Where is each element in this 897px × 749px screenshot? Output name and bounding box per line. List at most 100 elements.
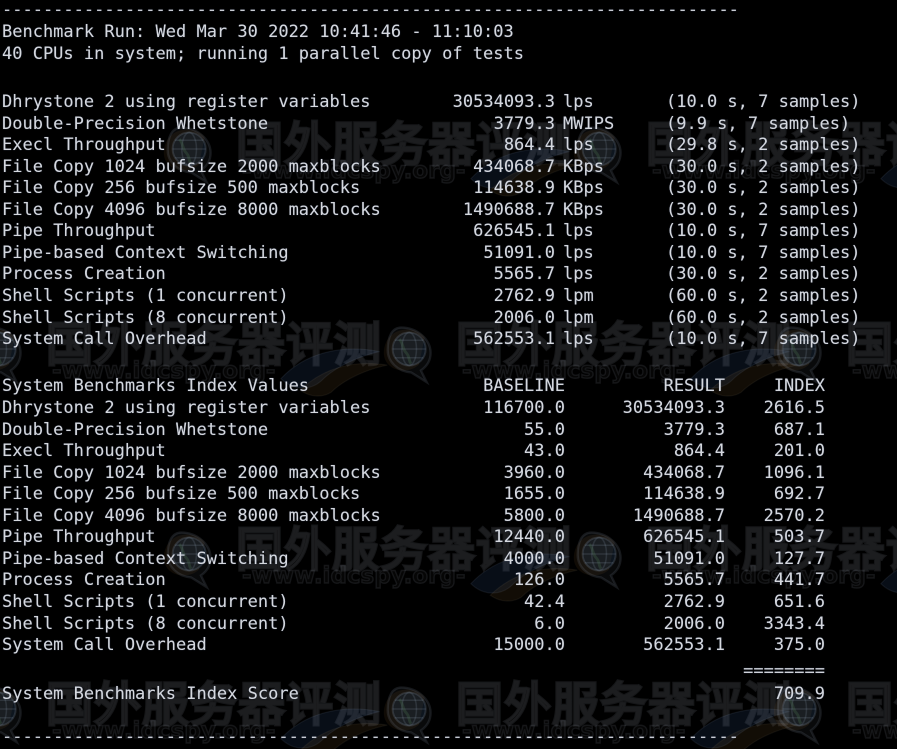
benchmark-samples: (10.0 s, 7 samples) bbox=[666, 92, 861, 112]
benchmark-samples: (30.0 s, 2 samples) bbox=[666, 264, 861, 285]
index-benchmark-name: System Call Overhead bbox=[2, 635, 207, 656]
index-table-row: Shell Scripts (1 concurrent) 42.4 2762.9 65… bbox=[0, 592, 897, 614]
benchmark-value: 2762.9 bbox=[493, 285, 555, 306]
index-score-value: 709.9 bbox=[773, 684, 825, 704]
benchmark-name: File Copy 4096 bufsize 8000 maxblocks bbox=[2, 199, 381, 220]
index-table-row: Pipe Throughput 12440.0 626545.1 503.7 bbox=[0, 527, 897, 549]
benchmark-samples: (60.0 s, 2 samples) bbox=[666, 285, 861, 306]
benchmark-samples: (10.0 s, 7 samples) bbox=[666, 242, 861, 263]
index-benchmark-name: Execl Throughput bbox=[2, 441, 166, 462]
benchmark-name: Pipe-based Context Switching bbox=[2, 242, 289, 263]
index-values-title: System Benchmarks Index Values bbox=[2, 376, 310, 396]
benchmark-run-line: Benchmark Run: Wed Mar 30 2022 10:41:46 … bbox=[2, 22, 514, 42]
index-score-column-value: 2616.5 bbox=[763, 398, 825, 418]
benchmark-name: File Copy 256 bufsize 500 maxblocks bbox=[2, 178, 361, 199]
benchmark-unit: lpm bbox=[563, 285, 594, 306]
benchmark-samples: (30.0 s, 2 samples) bbox=[666, 156, 861, 177]
benchmark-result-row: Pipe Throughput 626545.1 lps (10.0 s, 7 sam… bbox=[0, 221, 897, 243]
benchmark-result-row: File Copy 256 bufsize 500 maxblocks 11463… bbox=[0, 178, 897, 200]
benchmark-unit: lps bbox=[563, 329, 594, 350]
benchmark-name: Shell Scripts (8 concurrent) bbox=[2, 307, 289, 328]
index-benchmark-name: File Copy 1024 bufsize 2000 maxblocks bbox=[2, 462, 381, 483]
index-score-column-value: 3343.4 bbox=[763, 613, 825, 634]
benchmark-name: System Call Overhead bbox=[2, 329, 207, 350]
index-score-column-value: 441.7 bbox=[773, 570, 825, 591]
index-table-row: Pipe-based Context Switching 4000.0 51091.… bbox=[0, 549, 897, 571]
index-table-row: Dhrystone 2 using register variables 1167… bbox=[0, 398, 897, 420]
terminal-window: 国外服务器评测-www.idcspy.org-国外服务器评测-www.idcsp… bbox=[0, 0, 897, 749]
index-score-column-value: 1096.1 bbox=[763, 462, 825, 483]
top-separator-rule: ----------------------------------------… bbox=[2, 0, 739, 20]
benchmark-samples: (60.0 s, 2 samples) bbox=[666, 307, 861, 328]
index-benchmark-name: Process Creation bbox=[2, 570, 166, 591]
benchmark-name: Process Creation bbox=[2, 264, 166, 285]
benchmark-value: 114638.9 bbox=[473, 178, 555, 199]
benchmark-result-row: File Copy 4096 bufsize 8000 maxblocks 149… bbox=[0, 200, 897, 222]
benchmark-value: 3779.3 bbox=[493, 113, 555, 134]
benchmark-name: Pipe Throughput bbox=[2, 221, 156, 242]
index-score-column-value: 503.7 bbox=[773, 527, 825, 548]
bottom-separator-rule: ----------------------------------------… bbox=[2, 727, 739, 747]
index-score-column-value: 2570.2 bbox=[763, 505, 825, 526]
benchmark-value: 5565.7 bbox=[493, 264, 555, 285]
benchmark-unit: lps bbox=[563, 242, 594, 263]
index-benchmark-name: Dhrystone 2 using register variables bbox=[2, 398, 371, 418]
benchmark-value: 626545.1 bbox=[473, 221, 555, 242]
benchmark-unit: lps bbox=[563, 135, 594, 156]
index-table-row: File Copy 4096 bufsize 8000 maxblocks 580… bbox=[0, 506, 897, 528]
index-table-row: Process Creation 126.0 5565.7 441.7 bbox=[0, 570, 897, 592]
benchmark-name: Dhrystone 2 using register variables bbox=[2, 92, 371, 112]
index-table-row: Shell Scripts (8 concurrent) 6.0 2006.0 334… bbox=[0, 614, 897, 636]
benchmark-unit: lps bbox=[563, 221, 594, 242]
index-score-column-value: 651.6 bbox=[773, 591, 825, 612]
benchmark-result-row: Execl Throughput 864.4 lps (29.8 s, 2 sampl… bbox=[0, 135, 897, 157]
index-table-row: System Call Overhead 15000.0 562553.1 375.0 bbox=[0, 635, 897, 657]
terminal-text: ----------------------------------------… bbox=[0, 0, 897, 749]
index-table-row: Execl Throughput 43.0 864.4 201.0 bbox=[0, 441, 897, 463]
index-score-label: System Benchmarks Index Score bbox=[2, 684, 299, 704]
index-table-row: File Copy 1024 bufsize 2000 maxblocks 396… bbox=[0, 463, 897, 485]
benchmark-result-row: Pipe-based Context Switching 51091.0 lps (1… bbox=[0, 243, 897, 265]
benchmark-result-row: Shell Scripts (8 concurrent) 2006.0 lpm (60… bbox=[0, 308, 897, 330]
benchmark-value: 1490688.7 bbox=[462, 199, 555, 220]
benchmark-value: 51091.0 bbox=[483, 242, 555, 263]
benchmark-unit: lpm bbox=[563, 307, 594, 328]
benchmark-unit: KBps bbox=[563, 156, 604, 177]
index-table-row: File Copy 256 bufsize 500 maxblocks 1655.… bbox=[0, 484, 897, 506]
benchmark-result-row: Shell Scripts (1 concurrent) 2762.9 lpm (60… bbox=[0, 286, 897, 308]
benchmark-result-row: System Call Overhead 562553.1 lps (10.0 s, … bbox=[0, 329, 897, 351]
benchmark-samples: (10.0 s, 7 samples) bbox=[666, 329, 861, 350]
benchmark-name: Shell Scripts (1 concurrent) bbox=[2, 285, 289, 306]
index-benchmark-name: File Copy 256 bufsize 500 maxblocks bbox=[2, 484, 361, 505]
benchmark-unit: KBps bbox=[563, 199, 604, 220]
index-benchmark-name: Pipe Throughput bbox=[2, 527, 156, 548]
benchmark-result-row: File Copy 1024 bufsize 2000 maxblocks 434… bbox=[0, 157, 897, 179]
benchmark-unit: KBps bbox=[563, 178, 604, 199]
score-separator-rule: ======== bbox=[743, 661, 825, 681]
index-score-column-value: 375.0 bbox=[773, 635, 825, 656]
index-table-row: Double-Precision Whetstone 55.0 3779.3 687.… bbox=[0, 420, 897, 442]
index-benchmark-name: Shell Scripts (1 concurrent) bbox=[2, 591, 289, 612]
benchmark-samples: (10.0 s, 7 samples) bbox=[666, 221, 861, 242]
benchmark-result-row: Dhrystone 2 using register variables 3053… bbox=[0, 92, 897, 114]
benchmark-name: File Copy 1024 bufsize 2000 maxblocks bbox=[2, 156, 381, 177]
benchmark-samples: (30.0 s, 2 samples) bbox=[666, 199, 861, 220]
benchmark-result-row: Double-Precision Whetstone 3779.3 MWIPS (9.… bbox=[0, 114, 897, 136]
benchmark-samples: (29.8 s, 2 samples) bbox=[666, 135, 861, 156]
cpu-info-line: 40 CPUs in system; running 1 parallel co… bbox=[2, 43, 524, 64]
index-benchmark-name: Shell Scripts (8 concurrent) bbox=[2, 613, 289, 634]
index-benchmark-name: File Copy 4096 bufsize 8000 maxblocks bbox=[2, 505, 381, 526]
index-score-column-value: 687.1 bbox=[773, 419, 825, 440]
index-benchmark-name: Pipe-based Context Switching bbox=[2, 548, 289, 569]
benchmark-name: Double-Precision Whetstone bbox=[2, 113, 269, 134]
column-header-index: INDEX bbox=[773, 376, 825, 396]
benchmark-value: 2006.0 bbox=[493, 307, 555, 328]
benchmark-samples: (30.0 s, 2 samples) bbox=[666, 178, 861, 199]
benchmark-value: 562553.1 bbox=[473, 329, 555, 350]
index-score-column-value: 201.0 bbox=[773, 441, 825, 462]
benchmark-unit: lps bbox=[563, 92, 594, 112]
benchmark-samples: (9.9 s, 7 samples) bbox=[666, 113, 851, 134]
benchmark-name: Execl Throughput bbox=[2, 135, 166, 156]
index-score-column-value: 127.7 bbox=[773, 548, 825, 569]
benchmark-result-row: Process Creation 5565.7 lps (30.0 s, 2 samp… bbox=[0, 264, 897, 286]
